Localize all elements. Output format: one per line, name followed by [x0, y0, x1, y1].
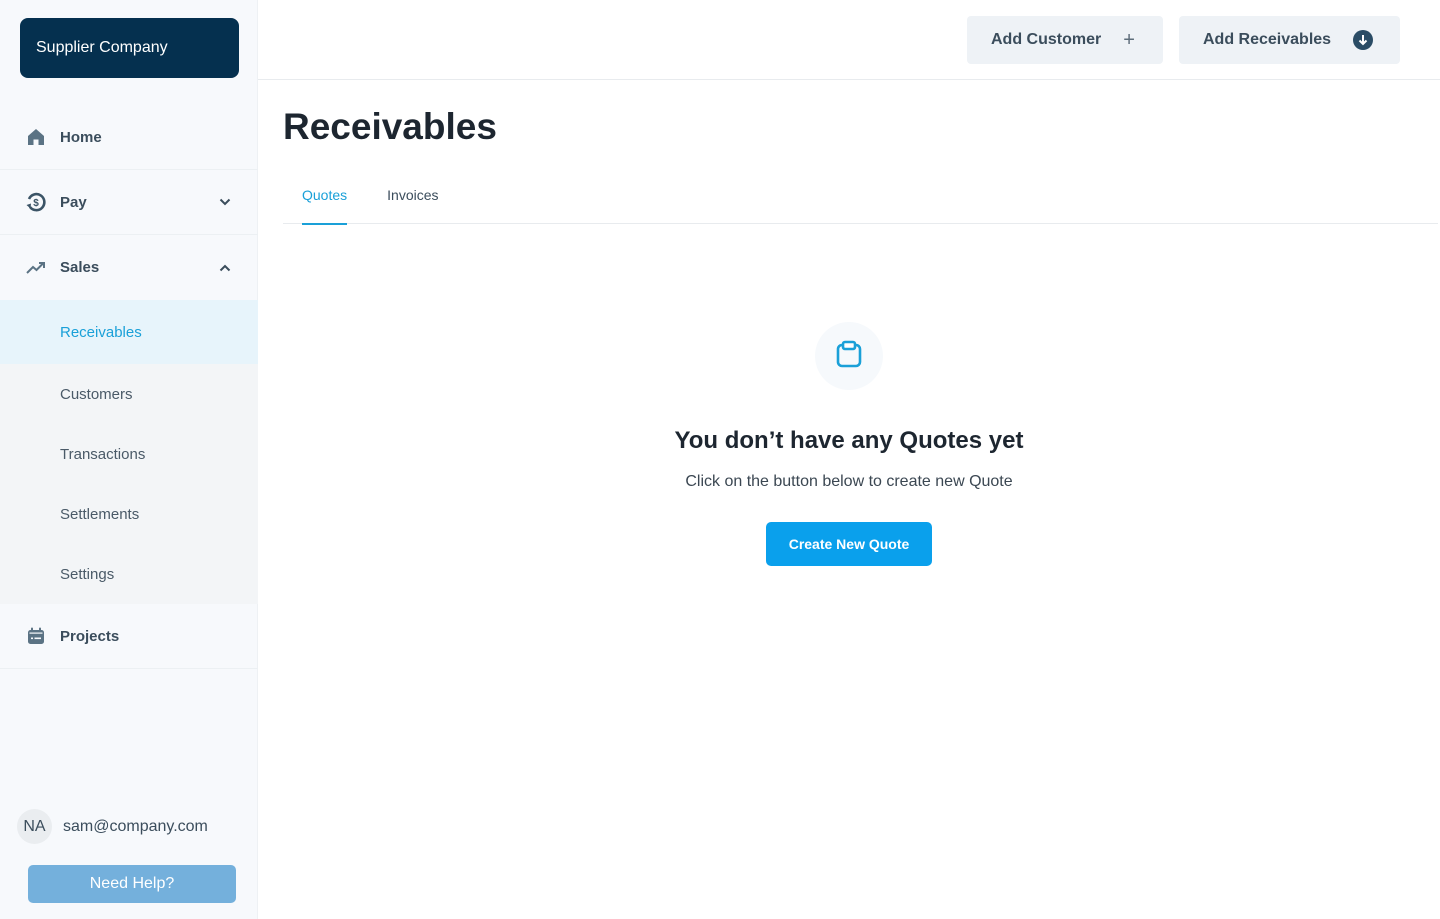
add-customer-label: Add Customer: [991, 31, 1102, 48]
sidebar-item-settings[interactable]: Settings: [0, 544, 258, 604]
chevron-up-icon[interactable]: [218, 261, 232, 275]
add-receivables-label: Add Receivables: [1203, 31, 1332, 48]
sidebar-item-label: Home: [60, 128, 102, 146]
sidebar-item-customers[interactable]: Customers: [0, 364, 258, 424]
tabs: Quotes Invoices: [283, 172, 1438, 225]
sidebar-item-pay[interactable]: $ Pay: [0, 170, 258, 235]
sidebar-item-label: Projects: [60, 627, 120, 645]
empty-state-title: You don’t have any Quotes yet: [674, 427, 1024, 454]
tab-quotes[interactable]: Quotes: [302, 172, 348, 225]
tab-invoices[interactable]: Invoices: [387, 172, 438, 224]
sidebar-item-sales[interactable]: Sales: [0, 235, 258, 300]
svg-text:$: $: [33, 198, 39, 209]
user-email: sam@company.com: [63, 817, 208, 835]
add-customer-button[interactable]: Add Customer +: [967, 16, 1163, 64]
create-new-quote-button[interactable]: Create New Quote: [766, 522, 932, 566]
home-icon: [25, 126, 47, 148]
arrow-down-circle-icon: [1353, 30, 1374, 50]
page-title: Receivables: [283, 106, 497, 147]
sidebar-item-settlements[interactable]: Settlements: [0, 484, 258, 544]
chevron-down-icon[interactable]: [218, 195, 232, 209]
empty-state-icon-wrap: [815, 322, 883, 390]
sidebar-item-label: Pay: [60, 193, 87, 211]
sidebar-item-home[interactable]: Home: [0, 105, 258, 170]
calendar-icon: [25, 625, 47, 647]
user-profile[interactable]: NA sam@company.com: [17, 809, 208, 844]
sidebar-nav: Home $ Pay Sales Receivables Customers T…: [0, 105, 258, 669]
sidebar: Supplier Company Home $ Pay Sales Receiv…: [0, 0, 258, 919]
sidebar-item-projects[interactable]: Projects: [0, 604, 258, 669]
sidebar-item-transactions[interactable]: Transactions: [0, 424, 258, 484]
top-bar: Add Customer + Add Receivables: [258, 0, 1440, 80]
clipboard-icon: [836, 340, 862, 373]
empty-state: You don’t have any Quotes yet Click on t…: [258, 322, 1440, 566]
company-switcher[interactable]: Supplier Company: [20, 18, 239, 78]
dollar-cycle-icon: $: [25, 191, 47, 213]
add-receivables-button[interactable]: Add Receivables: [1179, 16, 1400, 64]
sidebar-item-receivables[interactable]: Receivables: [0, 300, 258, 364]
app: Supplier Company Home $ Pay Sales Receiv…: [0, 0, 1440, 919]
sales-submenu: Receivables Customers Transactions Settl…: [0, 300, 258, 604]
main-content: Add Customer + Add Receivables Receivabl…: [258, 0, 1440, 919]
trending-up-icon: [25, 257, 47, 279]
sidebar-item-label: Sales: [60, 259, 100, 276]
plus-icon: +: [1123, 28, 1135, 51]
avatar: NA: [17, 809, 52, 844]
need-help-button[interactable]: Need Help?: [28, 865, 236, 903]
empty-state-subtitle: Click on the button below to create new …: [685, 473, 1013, 490]
